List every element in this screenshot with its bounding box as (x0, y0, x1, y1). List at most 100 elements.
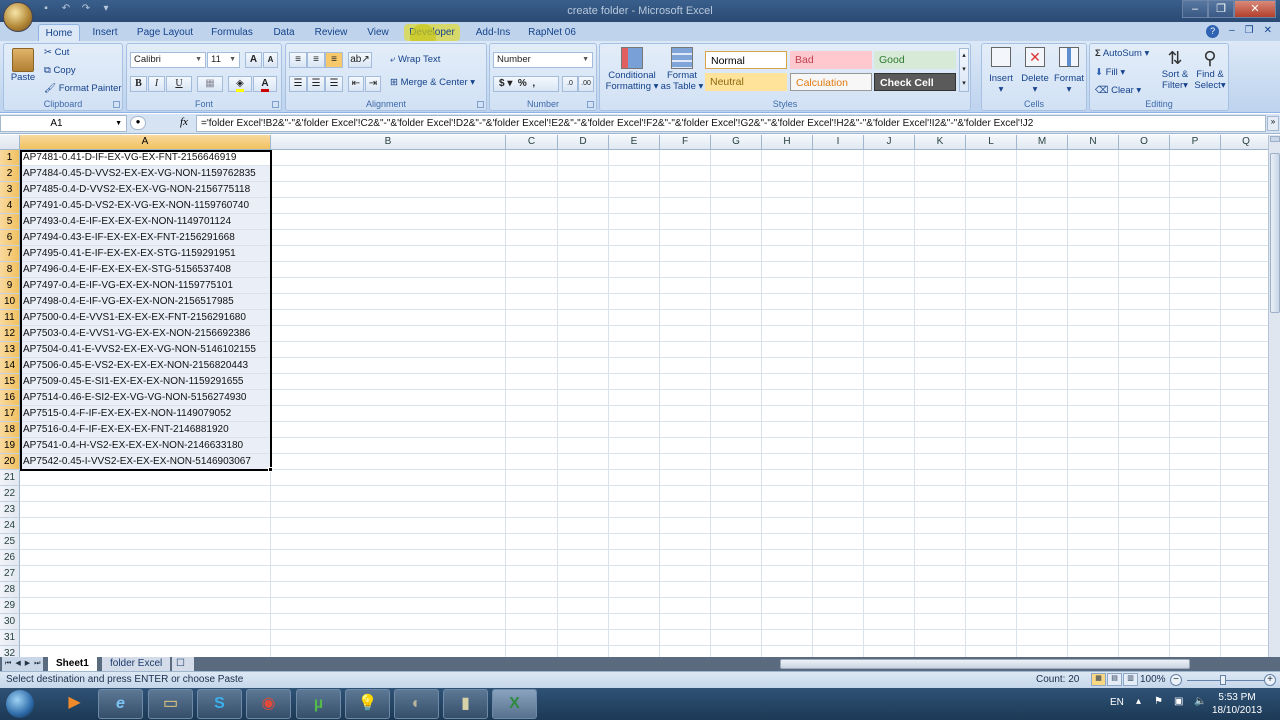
row-header[interactable]: 21 (0, 470, 20, 486)
number-format-combo[interactable]: Number ▼ (493, 52, 593, 68)
column-header-g[interactable]: G (711, 135, 762, 150)
restore-button[interactable]: ❐ (1208, 0, 1234, 18)
shrink-font-button[interactable]: A (263, 52, 278, 68)
row-header[interactable]: 14 (0, 358, 20, 374)
cell-a16[interactable]: AP7514-0.46-E-SI2-EX-VG-VG-NON-515627493… (21, 390, 271, 405)
sort-filter-button[interactable]: ⇅ Sort & Filter▾ (1158, 47, 1192, 91)
cell-a5[interactable]: AP7493-0.4-E-IF-EX-EX-EX-NON-1149701124 (21, 214, 271, 229)
close-button[interactable]: ✕ (1234, 0, 1276, 18)
media-player-icon[interactable]: ▶ (52, 689, 97, 719)
next-sheet-icon[interactable]: ▶ (25, 657, 30, 671)
column-header-i[interactable]: I (813, 135, 864, 150)
zoom-in-button[interactable]: + (1264, 674, 1276, 686)
horizontal-scrollbar[interactable] (780, 659, 1190, 669)
row-header[interactable]: 19 (0, 438, 20, 454)
wrap-text-button[interactable]: ⤶ Wrap Text (390, 54, 440, 65)
clipboard-dialog-launcher[interactable] (113, 101, 120, 108)
tab-insert[interactable]: Insert (86, 24, 124, 41)
workbook-close-icon[interactable]: ✕ (1264, 25, 1272, 38)
volume-icon[interactable]: 🔈 (1194, 696, 1206, 707)
font-name-combo[interactable]: Calibri ▼ (130, 52, 206, 68)
name-box[interactable]: A1 ▼ (0, 115, 127, 132)
format-as-table-button[interactable]: Format as Table ▾ (660, 47, 704, 92)
column-header-p[interactable]: P (1170, 135, 1221, 150)
tab-review[interactable]: Review (310, 24, 352, 41)
styles-scroll[interactable]: ▴ ▾ ▾ (959, 48, 969, 92)
cell-a6[interactable]: AP7494-0.43-E-IF-EX-EX-EX-FNT-2156291668 (21, 230, 271, 245)
row-header[interactable]: 31 (0, 630, 20, 646)
cell-a11[interactable]: AP7500-0.4-E-VVS1-EX-EX-EX-FNT-215629168… (21, 310, 271, 325)
vertical-scrollbar[interactable] (1268, 135, 1280, 657)
row-header[interactable]: 5 (0, 214, 20, 230)
format-painter-button[interactable]: 🖌 Format Painter (44, 83, 122, 94)
row-header[interactable]: 10 (0, 294, 20, 310)
cell-a1[interactable]: AP7481-0.41-D-IF-EX-VG-EX-FNT-2156646919 (21, 150, 271, 165)
paste-button[interactable]: Paste (8, 48, 38, 83)
row-header[interactable]: 7 (0, 246, 20, 262)
row-header[interactable]: 4 (0, 198, 20, 214)
start-button[interactable] (6, 690, 34, 718)
zoom-slider-thumb[interactable] (1220, 675, 1226, 685)
fill-handle[interactable] (268, 467, 273, 472)
first-sheet-icon[interactable]: ⏮ (5, 657, 11, 671)
tab-formulas[interactable]: Formulas (206, 24, 258, 41)
cell-a2[interactable]: AP7484-0.45-D-VVS2-EX-EX-VG-NON-11597628… (21, 166, 271, 181)
column-header-c[interactable]: C (506, 135, 558, 150)
insert-function-button[interactable]: fx (180, 116, 188, 128)
delete-cells-button[interactable]: ✕ Delete ▾ (1018, 47, 1052, 95)
fill-color-button[interactable]: ◈ (228, 76, 252, 92)
row-header[interactable]: 15 (0, 374, 20, 390)
column-header-k[interactable]: K (915, 135, 966, 150)
row-header[interactable]: 6 (0, 230, 20, 246)
cell-a4[interactable]: AP7491-0.45-D-VS2-EX-VG-EX-NON-115976074… (21, 198, 271, 213)
insert-sheet-icon[interactable]: ☐ (172, 657, 194, 671)
style-calculation[interactable]: Calculation (790, 73, 872, 91)
align-middle-button[interactable]: ≡ (307, 52, 325, 68)
column-header-d[interactable]: D (558, 135, 609, 150)
decrease-decimal-button[interactable]: .00 (578, 76, 594, 92)
row-header[interactable]: 28 (0, 582, 20, 598)
page-break-view-icon[interactable]: ▥ (1123, 673, 1138, 686)
cell-a8[interactable]: AP7496-0.4-E-IF-EX-EX-EX-STG-5156537408 (21, 262, 271, 277)
row-header[interactable]: 2 (0, 166, 20, 182)
copy-button[interactable]: ⧉ Copy (44, 65, 76, 76)
internet-explorer-icon[interactable]: e (98, 689, 143, 719)
cell-a19[interactable]: AP7541-0.4-H-VS2-EX-EX-EX-NON-2146633180 (21, 438, 271, 453)
style-check-cell[interactable]: Check Cell (874, 73, 956, 91)
office-button[interactable] (3, 2, 33, 32)
alignment-dialog-launcher[interactable] (477, 101, 484, 108)
row-header[interactable]: 11 (0, 310, 20, 326)
number-dialog-launcher[interactable] (587, 101, 594, 108)
help-icon[interactable]: ? (1206, 25, 1220, 38)
align-top-button[interactable]: ≡ (289, 52, 307, 68)
style-normal[interactable]: Normal (705, 51, 787, 69)
language-indicator[interactable]: EN (1110, 697, 1124, 708)
minimize-button[interactable]: – (1182, 0, 1208, 18)
font-dialog-launcher[interactable] (272, 101, 279, 108)
row-header[interactable]: 23 (0, 502, 20, 518)
row-header[interactable]: 30 (0, 614, 20, 630)
row-header[interactable]: 3 (0, 182, 20, 198)
autosum-button[interactable]: Σ AutoSum ▾ (1095, 48, 1149, 59)
zoom-slider-track[interactable] (1187, 680, 1267, 681)
row-header[interactable]: 9 (0, 278, 20, 294)
tab-data[interactable]: Data (268, 24, 300, 41)
orientation-button[interactable]: ab↗ (348, 52, 372, 68)
italic-button[interactable]: I (148, 76, 165, 92)
cell-a12[interactable]: AP7503-0.4-E-VVS1-VG-EX-EX-NON-215669238… (21, 326, 271, 341)
row-header[interactable]: 26 (0, 550, 20, 566)
column-header-m[interactable]: M (1017, 135, 1068, 150)
style-bad[interactable]: Bad (790, 51, 872, 69)
chrome-icon[interactable]: ◉ (246, 689, 291, 719)
excel-taskbar-icon[interactable]: X (492, 689, 537, 719)
row-header[interactable]: 27 (0, 566, 20, 582)
cell-a3[interactable]: AP7485-0.4-D-VVS2-EX-EX-VG-NON-215677511… (21, 182, 271, 197)
row-header[interactable]: 25 (0, 534, 20, 550)
sheet-tab-sheet1[interactable]: Sheet1 (48, 657, 97, 671)
increase-decimal-button[interactable]: .0 (562, 76, 578, 92)
split-box[interactable] (1270, 136, 1280, 142)
row-header[interactable]: 20 (0, 454, 20, 470)
align-bottom-button[interactable]: ≡ (325, 52, 343, 68)
formula-input[interactable]: ='folder Excel'!B2&"-"&'folder Excel'!C2… (196, 115, 1266, 132)
zoom-out-button[interactable]: − (1170, 674, 1182, 686)
